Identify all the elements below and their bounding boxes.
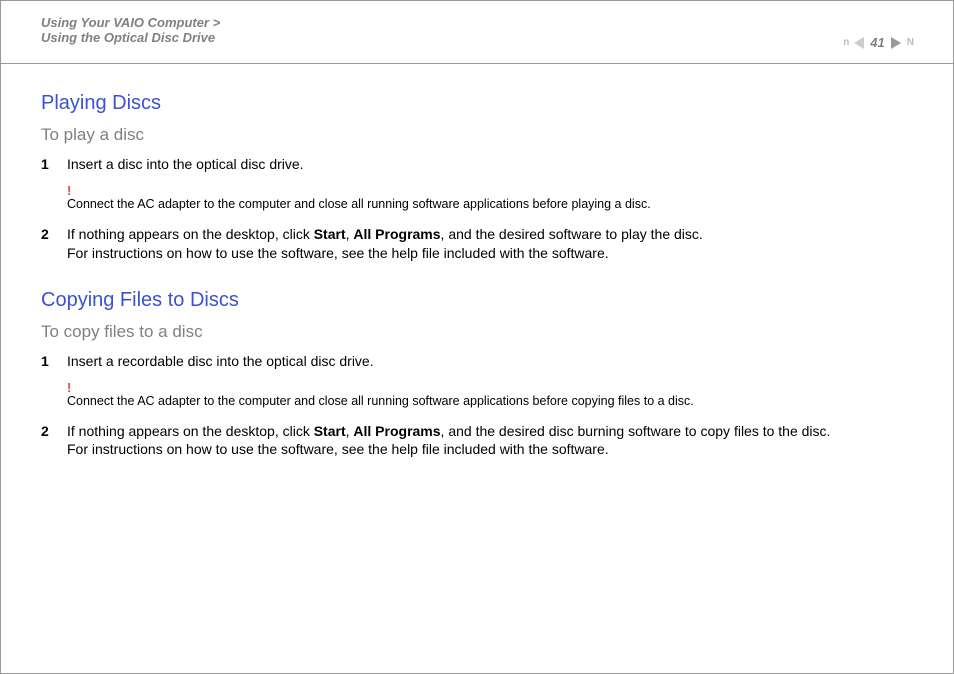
warning-note: ! Connect the AC adapter to the computer…	[67, 381, 913, 408]
subsection-to-play: To play a disc	[41, 125, 913, 145]
exclamation-icon: !	[67, 184, 913, 197]
section-title-playing-discs: Playing Discs	[41, 92, 913, 115]
note-text: Connect the AC adapter to the computer a…	[67, 394, 913, 408]
step-text-part: If nothing appears on the desktop, click	[67, 226, 314, 242]
page: Using Your VAIO Computer > Using the Opt…	[0, 0, 954, 674]
page-header: Using Your VAIO Computer > Using the Opt…	[1, 1, 953, 64]
step-text: If nothing appears on the desktop, click…	[67, 225, 913, 263]
page-number: 41	[870, 35, 884, 50]
exclamation-icon: !	[67, 381, 913, 394]
step-number: 1	[41, 352, 67, 371]
breadcrumb-line-1: Using Your VAIO Computer >	[41, 15, 913, 30]
bold-start: Start	[314, 423, 346, 439]
page-content: Playing Discs To play a disc 1 Insert a …	[1, 64, 953, 459]
step-number: 1	[41, 155, 67, 174]
step-text: Insert a disc into the optical disc driv…	[67, 155, 913, 174]
bold-all-programs: All Programs	[353, 423, 440, 439]
step-row: 2 If nothing appears on the desktop, cli…	[41, 225, 913, 263]
step-row: 2 If nothing appears on the desktop, cli…	[41, 422, 913, 460]
bold-all-programs: All Programs	[353, 226, 440, 242]
subsection-to-copy: To copy files to a disc	[41, 322, 913, 342]
section-title-copying: Copying Files to Discs	[41, 289, 913, 312]
step-text-part: , and the desired disc burning software …	[441, 423, 831, 439]
step-text-part: If nothing appears on the desktop, click	[67, 423, 314, 439]
step-text: If nothing appears on the desktop, click…	[67, 422, 913, 460]
next-page-marker[interactable]: N	[907, 37, 913, 48]
step-number: 2	[41, 422, 67, 441]
step-text-part: For instructions on how to use the softw…	[67, 245, 609, 261]
note-text: Connect the AC adapter to the computer a…	[67, 197, 913, 211]
arrow-right-icon[interactable]	[891, 37, 901, 49]
step-row: 1 Insert a disc into the optical disc dr…	[41, 155, 913, 174]
bold-start: Start	[314, 226, 346, 242]
section-copying: Copying Files to Discs To copy files to …	[41, 289, 913, 460]
page-number-nav: n 41 N	[843, 35, 913, 50]
step-row: 1 Insert a recordable disc into the opti…	[41, 352, 913, 371]
prev-page-marker[interactable]: n	[843, 37, 848, 48]
step-text-part: , and the desired software to play the d…	[441, 226, 703, 242]
warning-note: ! Connect the AC adapter to the computer…	[67, 184, 913, 211]
breadcrumb-line-2: Using the Optical Disc Drive	[41, 30, 913, 45]
step-text-part: For instructions on how to use the softw…	[67, 441, 609, 457]
step-text: Insert a recordable disc into the optica…	[67, 352, 913, 371]
step-number: 2	[41, 225, 67, 244]
arrow-left-icon[interactable]	[854, 37, 864, 49]
